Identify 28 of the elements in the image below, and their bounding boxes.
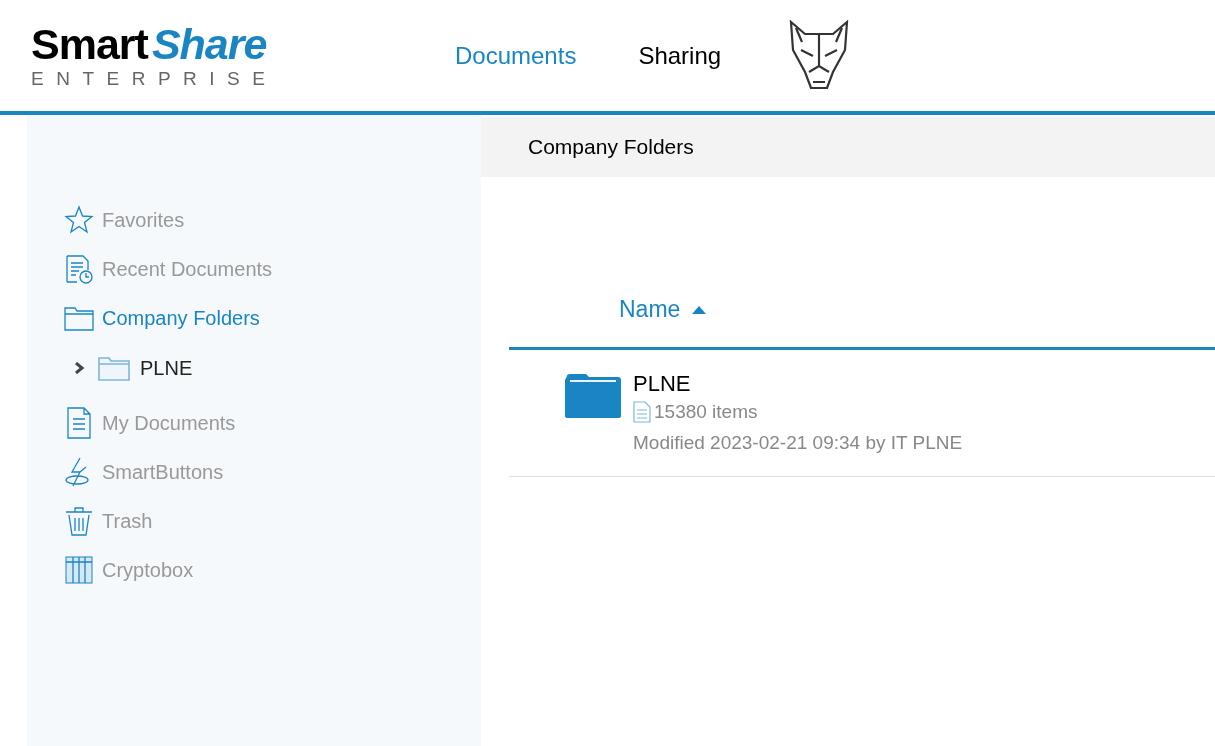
trash-icon: [64, 505, 94, 536]
sidebar-item[interactable]: Company Folders: [64, 293, 481, 342]
modified-info: Modified 2023-02-21 09:34 by IT PLNE: [633, 430, 963, 455]
star-icon: [64, 204, 94, 235]
logo-wordmark-accent: Share: [151, 23, 267, 66]
folder-name[interactable]: PLNE: [633, 370, 963, 398]
logo-subtitle: ENTERPRISE: [31, 69, 279, 88]
sidebar-item[interactable]: Trash: [64, 496, 481, 545]
folder-icon: [64, 304, 94, 331]
folder-icon: [98, 354, 130, 381]
sidebar-item[interactable]: Recent Documents: [64, 244, 481, 293]
sidebar-item[interactable]: Cryptobox: [64, 545, 481, 594]
sidebar-item[interactable]: SmartButtons: [64, 447, 481, 496]
item-count: 15380 items: [654, 400, 758, 424]
nav-tab[interactable]: Sharing: [638, 37, 722, 74]
sidebar-item[interactable]: Favorites: [64, 195, 481, 244]
document-icon: [64, 406, 94, 439]
nav-tab[interactable]: Documents: [455, 37, 577, 74]
sidebar-item[interactable]: My Documents: [64, 398, 481, 447]
tree-item[interactable]: PLNE: [73, 343, 481, 392]
document-icon: [633, 401, 651, 424]
grid-box-icon: [64, 554, 94, 585]
breadcrumb: Company Folders: [528, 134, 694, 161]
column-header[interactable]: Name: [619, 292, 707, 327]
chevron-icon[interactable]: [73, 361, 85, 374]
document-clock-icon: [64, 253, 94, 284]
folder-icon: [564, 373, 622, 419]
logo-wordmark: Smart: [31, 23, 148, 66]
